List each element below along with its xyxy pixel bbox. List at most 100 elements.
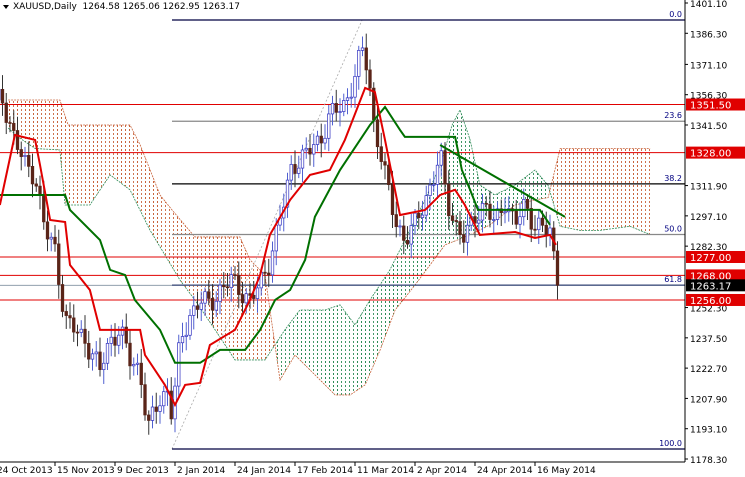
cloud-segment-bearish xyxy=(49,100,52,150)
cloud-segment-bearish xyxy=(583,148,586,231)
candle-bullish xyxy=(312,144,316,155)
cloud-segment-bullish xyxy=(351,319,354,395)
cloud-segment-bearish xyxy=(141,147,144,217)
cloud-segment-bearish xyxy=(610,148,612,230)
cloud-segment-bearish xyxy=(128,124,130,190)
candle-bearish xyxy=(540,217,545,226)
candle-bearish xyxy=(443,150,447,185)
candle-bearish xyxy=(240,294,245,304)
cloud-segment-bullish xyxy=(535,170,537,200)
cloud-segment-bearish xyxy=(636,148,639,230)
cloud-segment-bullish xyxy=(379,282,382,352)
candle-bearish xyxy=(293,164,297,174)
candle-bearish xyxy=(405,240,410,245)
candle-bullish xyxy=(409,225,413,245)
candle-bullish xyxy=(477,219,481,224)
cloud-segment-bearish xyxy=(626,148,629,227)
cloud-segment-bearish xyxy=(109,124,112,177)
price-tick-label: 1297.10 xyxy=(690,213,727,223)
price-chart[interactable]: 0.0 23.6 38.2 50.0 61.8 100.0 1401.10 1386.30 1… xyxy=(0,0,745,477)
cloud-segment-bearish xyxy=(85,124,87,206)
candle-bearish xyxy=(210,298,215,311)
time-tick-label: 17 Feb 2014 xyxy=(297,466,353,476)
candle-bullish xyxy=(349,96,353,99)
cloud-segment-bearish xyxy=(68,124,70,206)
candle-bullish xyxy=(360,47,365,51)
candle-bearish xyxy=(12,122,16,131)
cloud-segment-bearish xyxy=(568,148,571,229)
time-tick-label: 2 Jan 2014 xyxy=(177,466,225,476)
cloud-segment-bullish xyxy=(293,316,295,359)
cloud-segment-bullish xyxy=(381,280,384,347)
cloud-segment-bearish xyxy=(171,208,174,269)
cloud-segment-bullish xyxy=(370,297,372,374)
cloud-segment-bullish xyxy=(289,321,292,365)
cloud-segment-bullish xyxy=(341,307,344,395)
cloud-segment-bullish xyxy=(310,310,312,372)
cloud-segment-bearish xyxy=(32,100,35,149)
candle-bullish xyxy=(188,314,192,336)
cloud-segment-bearish xyxy=(126,124,129,189)
cloud-segment-bearish xyxy=(25,100,27,143)
cloud-segment-bearish xyxy=(572,148,575,230)
candle-bullish xyxy=(465,224,470,243)
fibonacci-level-label: 38.2 xyxy=(664,174,682,183)
cloud-segment-bearish xyxy=(51,100,54,150)
cloud-segment-bullish xyxy=(319,310,322,382)
cloud-segment-bearish xyxy=(253,263,256,360)
symbol-timeframe: XAUUSD,Daily xyxy=(13,2,77,12)
cloud-segment-bearish xyxy=(630,148,633,228)
candle-bearish xyxy=(75,331,80,334)
cloud-segment-bearish xyxy=(619,148,622,228)
cloud-segment-bearish xyxy=(122,124,125,186)
candle-bearish xyxy=(334,103,338,113)
cloud-segment-bullish xyxy=(323,310,325,385)
cloud-segment-bearish xyxy=(101,124,104,188)
candle-bearish xyxy=(83,328,87,344)
cloud-segment-bearish xyxy=(565,148,567,228)
cloud-segment-bearish xyxy=(113,124,115,179)
cloud-segment-bearish xyxy=(120,124,123,185)
cloud-segment-bearish xyxy=(139,143,142,213)
cloud-segment-bearish xyxy=(176,215,179,279)
cloud-segment-bearish xyxy=(73,124,76,206)
cloud-segment-bullish xyxy=(392,260,395,317)
candle-bullish xyxy=(244,293,248,304)
candle-bearish xyxy=(555,250,560,286)
cloud-segment-bullish xyxy=(358,315,361,390)
cloud-segment-bullish xyxy=(334,306,337,395)
candle-bearish xyxy=(53,236,57,245)
cloud-segment-bearish xyxy=(163,199,166,257)
time-tick-label: 9 Dec 2013 xyxy=(117,466,169,476)
ohlc-values: 1264.58 1265.06 1262.95 1263.17 xyxy=(82,2,240,12)
candle-bullish xyxy=(214,300,218,311)
candle-bullish xyxy=(102,362,106,370)
cloud-segment-bearish xyxy=(613,148,616,229)
candle-bullish xyxy=(229,274,233,288)
cloud-segment-bullish xyxy=(343,309,346,395)
cloud-segment-bullish xyxy=(291,318,294,362)
cloud-segment-bearish xyxy=(606,148,609,230)
candle-bullish xyxy=(345,97,350,101)
cloud-segment-bearish xyxy=(263,273,265,360)
dropdown-triangle-icon[interactable] xyxy=(3,4,9,9)
price-tick-label: 1341.50 xyxy=(690,122,727,132)
chart-header: XAUUSD,Daily 1264.58 1265.06 1262.95 126… xyxy=(3,2,240,12)
cloud-segment-bullish xyxy=(461,115,464,239)
cloud-segment-bearish xyxy=(100,124,102,190)
candle-bullish xyxy=(132,364,136,367)
candle-bearish xyxy=(390,184,395,215)
cloud-segment-bearish xyxy=(625,148,627,227)
candle-bearish xyxy=(529,208,533,230)
cloud-segment-bearish xyxy=(103,124,106,185)
cloud-segment-bearish xyxy=(154,180,157,241)
candle-bullish xyxy=(315,135,320,145)
cloud-segment-bullish xyxy=(536,172,539,200)
cloud-segment-bullish xyxy=(390,264,393,322)
cloud-segment-bearish xyxy=(270,314,273,352)
candle-bearish xyxy=(364,47,368,71)
cloud-segment-bearish xyxy=(178,217,181,281)
candle-bearish xyxy=(484,202,488,205)
candle-bearish xyxy=(237,275,241,295)
candle-bullish xyxy=(480,202,485,221)
